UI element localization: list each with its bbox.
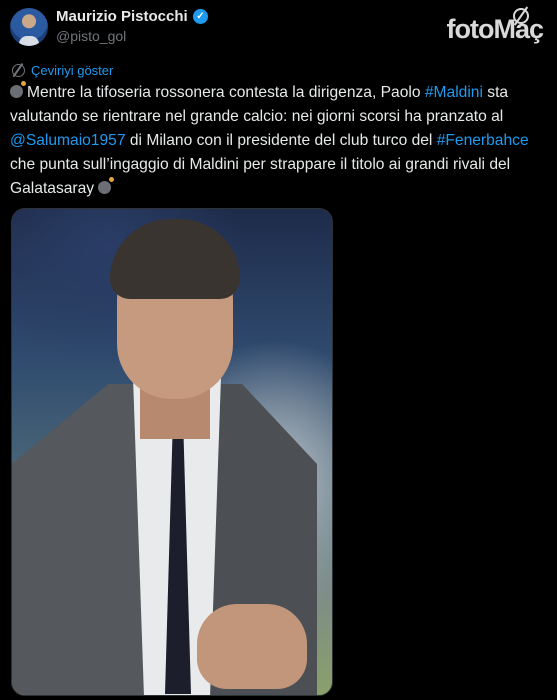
tweet-text-part-1: Mentre la tifoseria rossonera contesta l… xyxy=(27,84,425,101)
bomb-emoji-icon xyxy=(98,177,115,194)
hashtag-fenerbahce-link[interactable]: #Fenerbahce xyxy=(437,132,529,149)
fotomac-logo-foto: foto xyxy=(446,14,495,44)
fotomac-logo: fotoMaç xyxy=(446,8,544,46)
verified-badge-icon: ✓ xyxy=(193,9,208,24)
translate-icon xyxy=(12,64,25,77)
tweet-text-part-4: che punta sull’ingaggio di Maldini per s… xyxy=(10,156,511,197)
mention-salumaio-link[interactable]: @Salumaio1957 xyxy=(10,132,126,149)
bomb-emoji-icon xyxy=(10,81,26,98)
fotomac-logo-icon xyxy=(513,8,529,24)
tweet-photo[interactable] xyxy=(11,208,333,696)
avatar[interactable] xyxy=(10,8,48,46)
author-handle[interactable]: @pisto_gol xyxy=(56,28,126,44)
photo-hair xyxy=(110,219,240,299)
tweet-header: Maurizio Pistocchi ✓ @pisto_gol fotoMaç xyxy=(10,6,547,50)
translate-label: Çeviriyi göster xyxy=(31,63,114,78)
author-name[interactable]: Maurizio Pistocchi xyxy=(56,8,188,25)
hashtag-maldini-link[interactable]: #Maldini xyxy=(425,84,483,101)
tweet-text: Mentre la tifoseria rossonera contesta l… xyxy=(10,81,545,201)
photo-hands xyxy=(197,604,307,689)
show-translation-link[interactable]: Çeviriyi göster xyxy=(12,63,113,78)
tweet-text-part-3: di Milano con il presidente del club tur… xyxy=(125,132,437,149)
